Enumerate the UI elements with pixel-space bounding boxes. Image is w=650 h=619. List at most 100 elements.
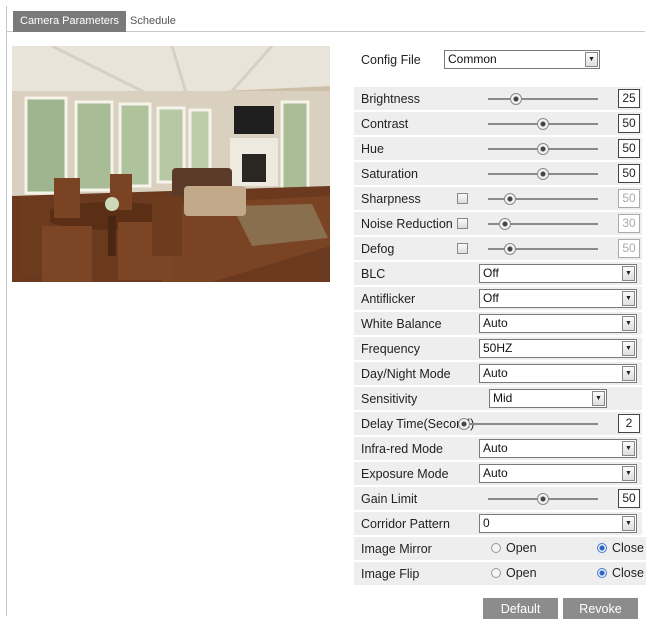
saturation-value-input[interactable]: 50 xyxy=(618,164,640,183)
delay-time-row: Delay Time(Second) 2 xyxy=(354,412,642,435)
infrared-mode-row: Infra-red Mode Auto ▼ xyxy=(354,437,642,460)
image-flip-row: Image Flip Open Close xyxy=(354,562,646,585)
antiflicker-row: Antiflicker Off ▼ xyxy=(354,287,642,310)
saturation-label: Saturation xyxy=(361,166,418,181)
day-night-mode-value: Auto xyxy=(483,366,508,380)
noise-reduction-row: Noise Reduction 30 xyxy=(354,212,642,235)
sensitivity-select[interactable]: Mid ▼ xyxy=(489,389,607,408)
brightness-value-input[interactable]: 25 xyxy=(618,89,640,108)
antiflicker-value: Off xyxy=(483,291,499,305)
corridor-pattern-select[interactable]: 0 ▼ xyxy=(479,514,637,533)
defog-label: Defog xyxy=(361,241,395,256)
config-file-value: Common xyxy=(448,52,497,66)
image-mirror-open-label: Open xyxy=(506,541,537,555)
config-file-row: Config File Common ▼ xyxy=(354,48,642,71)
image-flip-close-radio[interactable] xyxy=(597,568,607,578)
exposure-mode-row: Exposure Mode Auto ▼ xyxy=(354,462,642,485)
day-night-mode-label: Day/Night Mode xyxy=(361,366,451,381)
frequency-value: 50HZ xyxy=(483,341,513,355)
delay-time-slider-handle[interactable] xyxy=(458,418,470,430)
exposure-mode-select[interactable]: Auto ▼ xyxy=(479,464,637,483)
sharpness-checkbox[interactable] xyxy=(457,193,468,204)
infrared-mode-value: Auto xyxy=(483,441,508,455)
default-button[interactable]: Default xyxy=(483,598,558,619)
frequency-select[interactable]: 50HZ ▼ xyxy=(479,339,637,358)
gain-limit-label: Gain Limit xyxy=(361,491,418,506)
chevron-down-icon: ▼ xyxy=(622,366,635,381)
blc-label: BLC xyxy=(361,266,386,281)
config-file-select[interactable]: Common ▼ xyxy=(444,50,600,69)
exposure-mode-value: Auto xyxy=(483,466,508,480)
image-flip-label: Image Flip xyxy=(361,566,420,581)
image-mirror-close-label: Close xyxy=(612,541,644,555)
brightness-label: Brightness xyxy=(361,91,421,106)
blc-row: BLC Off ▼ xyxy=(354,262,642,285)
chevron-down-icon: ▼ xyxy=(622,341,635,356)
camera-preview-image xyxy=(12,46,330,282)
contrast-slider-handle[interactable] xyxy=(537,118,549,130)
config-file-label: Config File xyxy=(361,52,421,67)
chevron-down-icon: ▼ xyxy=(622,466,635,481)
white-balance-label: White Balance xyxy=(361,316,442,331)
blc-value: Off xyxy=(483,266,499,280)
day-night-mode-select[interactable]: Auto ▼ xyxy=(479,364,637,383)
tab-bar: Camera Parameters Schedule xyxy=(7,8,645,32)
gain-limit-slider-handle[interactable] xyxy=(537,493,549,505)
sensitivity-value: Mid xyxy=(493,391,513,405)
corridor-pattern-row: Corridor Pattern 0 ▼ xyxy=(354,512,642,535)
saturation-row: Saturation 50 xyxy=(354,162,642,185)
chevron-down-icon: ▼ xyxy=(592,391,605,406)
delay-time-slider-track[interactable] xyxy=(464,423,598,425)
noise-reduction-value-input[interactable]: 30 xyxy=(618,214,640,233)
frequency-label: Frequency xyxy=(361,341,421,356)
corridor-pattern-label: Corridor Pattern xyxy=(361,516,450,531)
chevron-down-icon: ▼ xyxy=(622,266,635,281)
image-flip-open-radio[interactable] xyxy=(491,568,501,578)
revoke-button[interactable]: Revoke xyxy=(563,598,638,619)
defog-value-input[interactable]: 50 xyxy=(618,239,640,258)
brightness-row: Brightness 25 xyxy=(354,87,642,110)
exposure-mode-label: Exposure Mode xyxy=(361,466,449,481)
contrast-value-input[interactable]: 50 xyxy=(618,114,640,133)
sharpness-slider-handle[interactable] xyxy=(504,193,516,205)
infrared-mode-label: Infra-red Mode xyxy=(361,441,443,456)
sharpness-label: Sharpness xyxy=(361,191,421,206)
image-mirror-open-radio[interactable] xyxy=(491,543,501,553)
infrared-mode-select[interactable]: Auto ▼ xyxy=(479,439,637,458)
hue-slider-handle[interactable] xyxy=(537,143,549,155)
sharpness-value-input[interactable]: 50 xyxy=(618,189,640,208)
saturation-slider-handle[interactable] xyxy=(537,168,549,180)
hue-value-input[interactable]: 50 xyxy=(618,139,640,158)
brightness-slider-handle[interactable] xyxy=(509,93,522,105)
frequency-row: Frequency 50HZ ▼ xyxy=(354,337,642,360)
delay-time-value-input[interactable]: 2 xyxy=(618,414,640,433)
gain-limit-row: Gain Limit 50 xyxy=(354,487,642,510)
antiflicker-select[interactable]: Off ▼ xyxy=(479,289,637,308)
image-flip-close-label: Close xyxy=(612,566,644,580)
sensitivity-row: Sensitivity Mid ▼ xyxy=(354,387,642,410)
contrast-label: Contrast xyxy=(361,116,409,131)
white-balance-value: Auto xyxy=(483,316,508,330)
gain-limit-value-input[interactable]: 50 xyxy=(618,489,640,508)
defog-checkbox[interactable] xyxy=(457,243,468,254)
noise-reduction-checkbox[interactable] xyxy=(457,218,468,229)
blc-select[interactable]: Off ▼ xyxy=(479,264,637,283)
antiflicker-label: Antiflicker xyxy=(361,291,416,306)
image-mirror-close-radio[interactable] xyxy=(597,543,607,553)
brightness-slider-track[interactable] xyxy=(488,98,598,100)
defog-slider-handle[interactable] xyxy=(504,243,516,255)
noise-reduction-label: Noise Reduction xyxy=(361,216,453,231)
chevron-down-icon: ▼ xyxy=(622,441,635,456)
corridor-pattern-value: 0 xyxy=(483,516,490,530)
hue-label: Hue xyxy=(361,141,384,156)
image-mirror-label: Image Mirror xyxy=(361,541,432,556)
contrast-row: Contrast 50 xyxy=(354,112,642,135)
defog-row: Defog 50 xyxy=(354,237,642,260)
image-flip-open-label: Open xyxy=(506,566,537,580)
day-night-mode-row: Day/Night Mode Auto ▼ xyxy=(354,362,642,385)
noise-reduction-slider-handle[interactable] xyxy=(498,218,511,230)
tab-schedule[interactable]: Schedule xyxy=(123,11,183,32)
tab-camera-parameters[interactable]: Camera Parameters xyxy=(13,11,127,32)
chevron-down-icon: ▼ xyxy=(622,316,635,331)
white-balance-select[interactable]: Auto ▼ xyxy=(479,314,637,333)
